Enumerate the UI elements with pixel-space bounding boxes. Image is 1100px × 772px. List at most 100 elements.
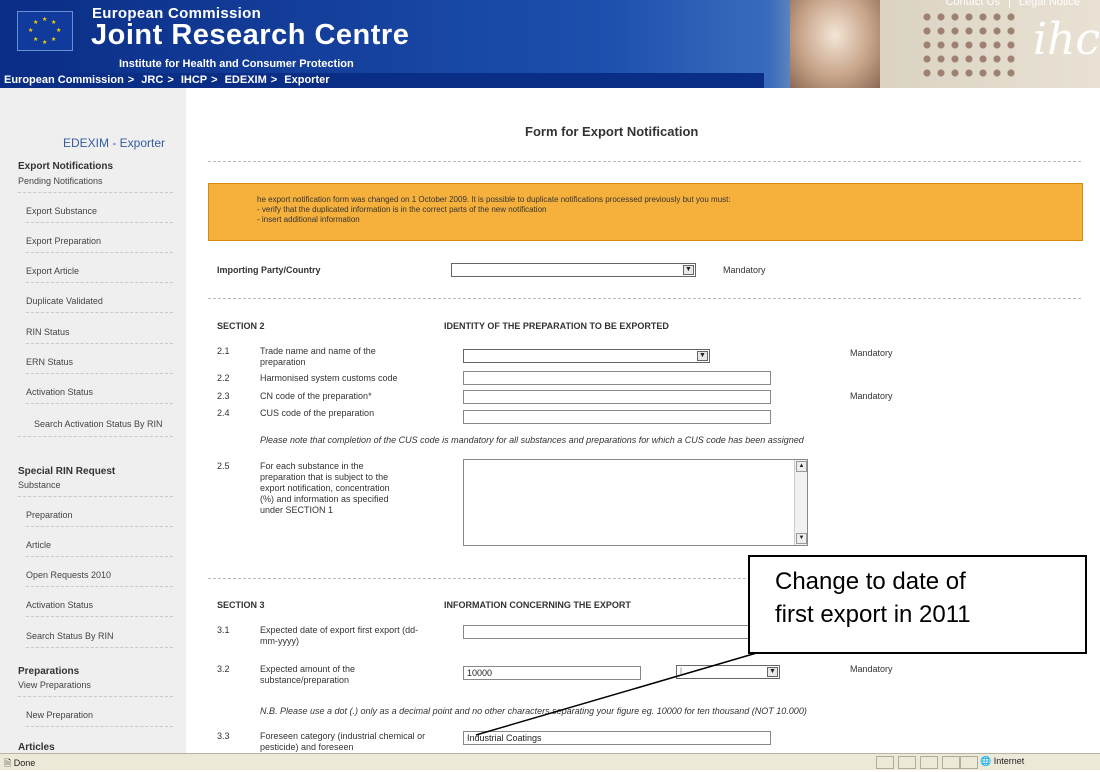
cus-code-label: CUS code of the preparation xyxy=(260,408,375,418)
callout-line-1: Change to date of xyxy=(775,568,966,595)
sidebar-item-view-preparations[interactable]: View Preparations xyxy=(18,680,173,697)
annotation-callout: Change to date of first export in 2011 xyxy=(748,555,1087,654)
hs-code-label: Harmonised system customs code xyxy=(260,373,398,383)
sidebar-item-preparation[interactable]: Preparation xyxy=(26,510,173,527)
breadcrumb-jrc[interactable]: JRC xyxy=(141,74,163,86)
breadcrumb-ec[interactable]: European Commission xyxy=(4,74,124,86)
substance-info-label: For each substance in the preparation th… xyxy=(260,461,390,515)
breadcrumb-separator: > xyxy=(211,74,218,86)
sidebar-item-special-activation-status[interactable]: Activation Status xyxy=(26,600,173,617)
status-cell xyxy=(960,756,978,769)
cus-code-input[interactable] xyxy=(463,410,771,424)
breadcrumb-ihcp[interactable]: IHCP xyxy=(181,74,207,86)
page-icon: 🗎 xyxy=(4,758,12,768)
row-number: 2.5 xyxy=(217,461,230,471)
divider xyxy=(208,298,1081,299)
sidebar-title: EDEXIM - Exporter xyxy=(63,136,166,150)
trade-name-select[interactable]: ▼ xyxy=(463,349,710,363)
browser-status-bar: 🗎 Done 🌐 Internet xyxy=(0,753,1100,770)
mandatory-label: Mandatory xyxy=(723,265,766,275)
amount-input[interactable]: 10000 xyxy=(463,666,641,680)
section2-label: SECTION 2 xyxy=(217,321,265,331)
category-input[interactable]: Industrial Coatings xyxy=(463,731,771,745)
breadcrumb-separator: > xyxy=(127,74,135,86)
mandatory-label: Mandatory xyxy=(850,391,893,401)
importing-party-select[interactable]: ▼ xyxy=(451,263,696,277)
status-cell xyxy=(942,756,960,769)
banner-institute: Institute for Health and Consumer Protec… xyxy=(119,58,354,70)
cus-code-note: Please note that completion of the CUS c… xyxy=(260,435,804,445)
sidebar-item-ern-status[interactable]: ERN Status xyxy=(26,357,173,374)
unit-value: l xyxy=(680,666,682,676)
sidebar: EDEXIM - Exporter Export Notifications P… xyxy=(0,88,186,753)
sidebar-item-new-preparation[interactable]: New Preparation xyxy=(26,710,173,727)
banner-hand-image xyxy=(790,0,880,88)
textarea-scrollbar[interactable]: ▲ ▼ xyxy=(794,460,807,545)
zone-label: Internet xyxy=(993,756,1025,766)
trade-name-label: Trade name and name of the preparation xyxy=(260,346,376,367)
row-number: 2.3 xyxy=(217,391,230,401)
scroll-down-icon[interactable]: ▼ xyxy=(796,533,807,544)
status-cell xyxy=(898,756,916,769)
eu-flag-icon: ★ ★ ★ ★ ★ ★ ★ ★ xyxy=(17,11,73,51)
sidebar-item-duplicate-validated[interactable]: Duplicate Validated xyxy=(26,296,173,313)
section3-label: SECTION 3 xyxy=(217,600,265,610)
cn-code-input[interactable] xyxy=(463,390,771,404)
amount-unit-select[interactable]: l ▼ xyxy=(676,665,780,679)
security-zone: 🌐 Internet xyxy=(980,756,1024,767)
page-title: Form for Export Notification xyxy=(525,124,699,139)
sidebar-item-article[interactable]: Article xyxy=(26,540,173,557)
sidebar-heading-export-notifications: Export Notifications xyxy=(18,161,114,172)
cn-code-label: CN code of the preparation* xyxy=(260,391,372,401)
status-text: 🗎 Done xyxy=(4,756,35,772)
export-date-input[interactable] xyxy=(463,625,771,639)
breadcrumb-separator: > xyxy=(167,74,174,86)
divider xyxy=(208,161,1081,162)
notice-box: he export notification form was changed … xyxy=(208,183,1083,241)
sidebar-item-substance[interactable]: Substance xyxy=(18,480,173,497)
contact-us-link[interactable]: Contact Us xyxy=(946,0,1000,8)
decimal-note: N.B. Please use a dot (.) only as a deci… xyxy=(260,706,807,716)
notice-line: he export notification form was changed … xyxy=(257,195,731,204)
sidebar-item-open-requests-2010[interactable]: Open Requests 2010 xyxy=(26,570,173,587)
sidebar-item-activation-status[interactable]: Activation Status xyxy=(26,387,173,404)
sidebar-item-pending-notifications[interactable]: Pending Notifications xyxy=(18,176,173,193)
row-number: 2.4 xyxy=(217,408,230,418)
status-done: Done xyxy=(13,758,36,768)
scroll-up-icon[interactable]: ▲ xyxy=(796,461,807,472)
sidebar-heading-special-rin: Special RIN Request xyxy=(18,466,116,477)
sidebar-item-export-substance[interactable]: Export Substance xyxy=(26,206,173,223)
chevron-down-icon: ▼ xyxy=(683,265,694,275)
status-cell xyxy=(876,756,894,769)
globe-icon: 🌐 xyxy=(980,756,992,766)
banner-jrc: Joint Research Centre xyxy=(91,19,410,51)
row-number: 3.3 xyxy=(217,731,230,741)
notice-line: - insert additional information xyxy=(257,215,360,224)
mandatory-label: Mandatory xyxy=(850,348,893,358)
row-number: 2.2 xyxy=(217,373,230,383)
row-number: 3.2 xyxy=(217,664,230,674)
sidebar-item-export-preparation[interactable]: Export Preparation xyxy=(26,236,173,253)
section2-heading: IDENTITY OF THE PREPARATION TO BE EXPORT… xyxy=(444,321,669,331)
hs-code-input[interactable] xyxy=(463,371,771,385)
export-date-label: Expected date of export first export (dd… xyxy=(260,625,419,646)
substance-info-textarea[interactable]: ▲ ▼ xyxy=(463,459,808,546)
sidebar-item-export-article[interactable]: Export Article xyxy=(26,266,173,283)
sidebar-item-rin-status[interactable]: RIN Status xyxy=(26,327,173,344)
sidebar-item-search-status-by-rin[interactable]: Search Status By RIN xyxy=(26,631,173,648)
breadcrumb-separator: > xyxy=(270,74,278,86)
sidebar-heading-preparations: Preparations xyxy=(18,666,80,677)
breadcrumb-edexim[interactable]: EDEXIM xyxy=(225,74,267,86)
ihcp-logo: ihcp xyxy=(1033,14,1100,65)
banner-pattern-image xyxy=(920,10,1020,80)
notice-line: - verify that the duplicated information… xyxy=(257,205,547,214)
breadcrumb-exporter[interactable]: Exporter xyxy=(284,74,329,86)
sidebar-item-search-activation-status[interactable]: Search Activation Status By RIN xyxy=(18,418,173,437)
breadcrumb: European Commission > JRC > IHCP > EDEXIM > … xyxy=(0,73,764,88)
section3-heading: INFORMATION CONCERNING THE EXPORT xyxy=(444,600,631,610)
legal-notice-link[interactable]: Legal Notice xyxy=(1019,0,1080,8)
row-number: 2.1 xyxy=(217,346,230,356)
callout-line-2: first export in 2011 xyxy=(775,601,971,628)
category-label: Foreseen category (industrial chemical o… xyxy=(260,731,426,752)
top-links-separator: | xyxy=(1007,0,1011,8)
